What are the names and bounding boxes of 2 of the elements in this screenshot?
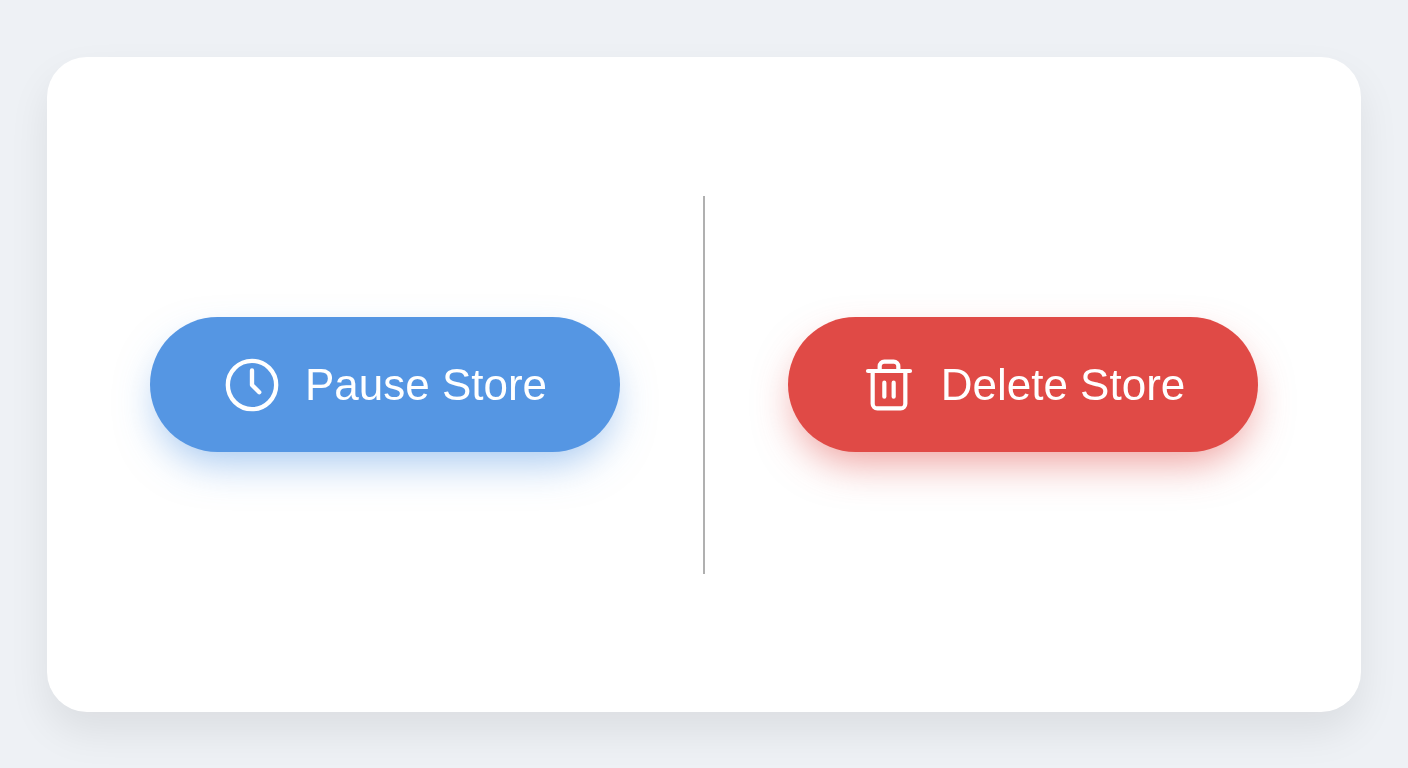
delete-button[interactable]: Delete Store bbox=[788, 317, 1258, 452]
pause-button[interactable]: Pause Store bbox=[150, 317, 620, 452]
